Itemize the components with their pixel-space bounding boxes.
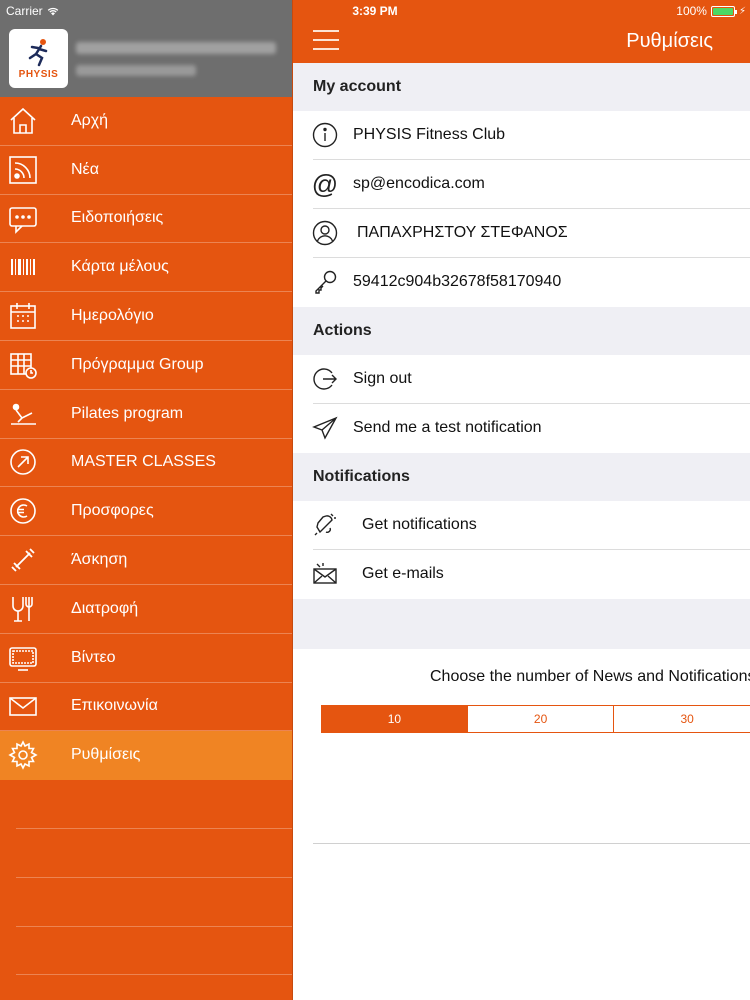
sidebar-item-nutrition[interactable]: Διατροφή (0, 585, 292, 634)
news-count-option-20[interactable]: 20 (467, 705, 615, 733)
bell-icon (311, 511, 339, 539)
test-notification-button[interactable]: Send me a test notification (293, 404, 750, 453)
get-notifications-toggle-row[interactable]: Get notifications (293, 501, 750, 550)
euro-icon (0, 487, 46, 535)
sidebar-item-news[interactable]: Νέα (0, 146, 292, 195)
envelope-icon (311, 560, 339, 588)
news-count-selector: 10 20 30 (321, 705, 750, 733)
sidebar-item-settings[interactable]: Ρυθμίσεις (0, 731, 292, 781)
home-icon (0, 97, 46, 145)
battery: 100% ⚡ (676, 4, 746, 18)
sign-out-icon (311, 365, 339, 393)
page-title: Ρυθμίσεις (626, 30, 713, 52)
info-icon (311, 121, 339, 149)
section-header-notifications: Notifications (293, 453, 750, 501)
send-icon (311, 414, 339, 442)
news-count-prompt: Choose the number of News and Notificati… (430, 668, 750, 685)
account-email-row: @ sp@encodica.com (293, 160, 750, 209)
sidebar-item-member-card[interactable]: Κάρτα μέλους (0, 243, 292, 293)
account-club-row: PHYSIS Fitness Club (293, 111, 750, 160)
profile-email-blurred (76, 65, 196, 76)
sidebar-item-notifications[interactable]: Ειδοποιήσεις (0, 195, 292, 244)
sidebar-item-offers[interactable]: Προσφορες (0, 487, 292, 537)
menu-empty-row (16, 829, 292, 878)
menu-empty-row (16, 927, 292, 976)
divider (313, 843, 750, 844)
charging-icon: ⚡ (738, 5, 746, 17)
dumbbell-icon (0, 536, 46, 584)
section-spacer (293, 599, 750, 649)
account-key-row: 59412c904b32678f58170940 (293, 258, 750, 307)
gear-icon (0, 731, 46, 779)
schedule-icon (0, 341, 46, 389)
arrow-circle-icon (0, 438, 46, 486)
account-name-row: ΠΑΠΑΧΡΗΣΤΟΥ ΣΤΕΦΑΝΟΣ (293, 209, 750, 258)
calendar-icon (0, 292, 46, 340)
sidebar-item-pilates[interactable]: Pilates program (0, 390, 292, 439)
section-header-account: My account (293, 63, 750, 111)
key-icon (311, 268, 339, 296)
brand-name: PHYSIS (18, 69, 59, 80)
chat-icon (0, 195, 46, 243)
pilates-icon (0, 390, 46, 438)
at-icon: @ (311, 168, 339, 199)
club-logo: PHYSIS (9, 29, 68, 88)
sign-out-button[interactable]: Sign out (293, 355, 750, 404)
sidebar-item-calendar[interactable]: Ημερολόγιο (0, 292, 292, 341)
sidebar-item-contact[interactable]: Επικοινωνία (0, 683, 292, 732)
mail-icon (0, 682, 46, 730)
cutlery-icon (0, 585, 46, 633)
get-emails-toggle-row[interactable]: Get e-mails (293, 550, 750, 599)
sidebar: PHYSIS Αρχή Νέα Ειδοποιήσεις Κάρτα μέλου… (0, 0, 292, 1000)
news-count-option-30[interactable]: 30 (614, 705, 750, 733)
menu-empty-row (16, 780, 292, 829)
rss-icon (0, 146, 46, 194)
sidebar-item-exercise[interactable]: Άσκηση (0, 536, 292, 585)
battery-icon (710, 5, 737, 17)
sidebar-item-group-program[interactable]: Πρόγραμμα Group (0, 341, 292, 390)
news-count-option-10[interactable]: 10 (321, 705, 468, 733)
sidebar-item-home[interactable]: Αρχή (0, 97, 292, 146)
status-time: 3:39 PM (352, 4, 398, 18)
tv-icon (0, 634, 46, 682)
section-header-actions: Actions (293, 307, 750, 355)
runner-icon (28, 39, 47, 67)
profile-name-blurred (76, 42, 276, 54)
user-icon (311, 219, 339, 247)
sidebar-item-video[interactable]: Βίντεο (0, 634, 292, 683)
menu-empty-row (16, 878, 292, 927)
sidebar-item-master-classes[interactable]: MASTER CLASSES (0, 439, 292, 488)
sidebar-menu: Αρχή Νέα Ειδοποιήσεις Κάρτα μέλους Ημερο… (0, 97, 292, 976)
menu-icon[interactable] (313, 30, 339, 50)
barcode-icon (0, 243, 46, 291)
settings-panel: Ρυθμίσεις My account PHYSIS Fitness Club… (292, 0, 750, 1000)
status-bar: Carrier 3:39 PM 100% ⚡ (0, 0, 750, 22)
